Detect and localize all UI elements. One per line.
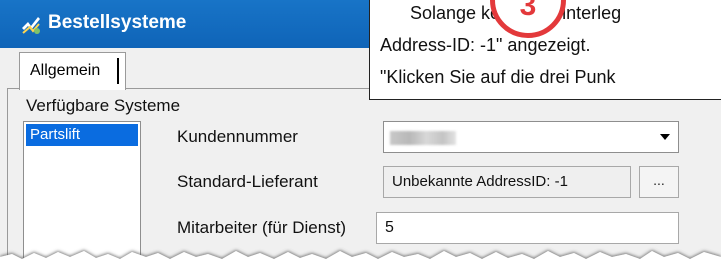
default-supplier-label: Standard-Lieferant <box>177 172 318 191</box>
screenshot: Bestellsysteme Allgemein Verfügbare Syst… <box>0 0 721 269</box>
chevron-down-icon <box>660 134 670 140</box>
redacted-value <box>390 131 456 145</box>
default-supplier-field: Unbekannte AddressID: -1 <box>383 166 631 198</box>
callout-line-2: Address-ID: -1" angezeigt. <box>380 35 591 55</box>
tab-allgemein[interactable]: Allgemein <box>19 52 126 90</box>
browse-supplier-button[interactable]: ... <box>639 166 679 198</box>
available-systems-label: Verfügbare Systeme <box>26 96 181 115</box>
app-icon <box>22 17 40 34</box>
tab-focus-line <box>117 58 119 84</box>
customer-number-select[interactable] <box>383 121 679 153</box>
torn-edge <box>0 251 721 269</box>
tab-label: Allgemein <box>30 62 101 79</box>
step-number: 3 <box>519 0 537 22</box>
list-item-partslift[interactable]: Partslift <box>26 124 138 146</box>
dropdown-button[interactable] <box>652 122 678 152</box>
customer-number-label: Kundennummer <box>177 127 298 146</box>
window-title: Bestellsysteme <box>48 12 187 33</box>
callout-line-3: "Klicken Sie auf die drei Punk <box>380 67 616 87</box>
